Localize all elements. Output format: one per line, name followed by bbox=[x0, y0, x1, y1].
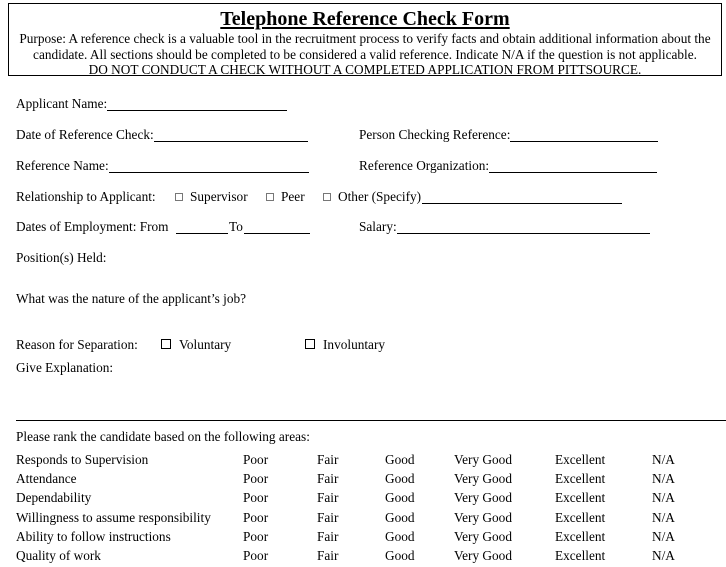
reference-name-field[interactable] bbox=[109, 172, 309, 173]
ranking-option-n-a[interactable]: N/A bbox=[652, 529, 675, 545]
relationship-label: Relationship to Applicant: bbox=[16, 189, 156, 204]
ranking-option-poor[interactable]: Poor bbox=[243, 510, 268, 526]
purpose-line-1: Purpose: A reference check is a valuable… bbox=[19, 31, 711, 46]
supervisor-option-label: Supervisor bbox=[190, 189, 248, 204]
ranking-area-label: Ability to follow instructions bbox=[16, 529, 171, 544]
ranking-option-poor[interactable]: Poor bbox=[243, 471, 268, 487]
form-header: Telephone Reference Check Form Purpose: … bbox=[8, 3, 722, 78]
peer-checkbox[interactable] bbox=[266, 193, 274, 201]
ranking-option-poor[interactable]: Poor bbox=[243, 490, 268, 506]
form-title: Telephone Reference Check Form bbox=[9, 8, 721, 30]
separation-reason-label: Reason for Separation: bbox=[16, 337, 138, 352]
ranking-area-label: Attendance bbox=[16, 471, 77, 486]
ranking-option-n-a[interactable]: N/A bbox=[652, 548, 675, 564]
ranking-option-poor[interactable]: Poor bbox=[243, 548, 268, 564]
ranking-option-very-good[interactable]: Very Good bbox=[454, 529, 512, 545]
ranking-option-good[interactable]: Good bbox=[385, 490, 415, 506]
employment-to-field[interactable] bbox=[244, 233, 310, 234]
ranking-option-very-good[interactable]: Very Good bbox=[454, 452, 512, 468]
ranking-area-label: Quality of work bbox=[16, 548, 101, 563]
voluntary-option-label: Voluntary bbox=[179, 337, 232, 352]
ranking-instructions: Please rank the candidate based on the f… bbox=[16, 429, 310, 444]
ranking-option-good[interactable]: Good bbox=[385, 510, 415, 526]
ranking-option-excellent[interactable]: Excellent bbox=[555, 510, 605, 526]
reference-org-field[interactable] bbox=[489, 172, 657, 173]
salary-field[interactable] bbox=[397, 233, 650, 234]
ranking-option-fair[interactable]: Fair bbox=[317, 510, 338, 526]
ranking-option-n-a[interactable]: N/A bbox=[652, 452, 675, 468]
ranking-option-n-a[interactable]: N/A bbox=[652, 490, 675, 506]
date-of-check-field[interactable] bbox=[154, 141, 308, 142]
person-checking-field[interactable] bbox=[510, 141, 658, 142]
reference-name-label: Reference Name: bbox=[16, 158, 109, 173]
ranking-option-good[interactable]: Good bbox=[385, 471, 415, 487]
other-specify-field[interactable] bbox=[422, 203, 622, 204]
ranking-option-fair[interactable]: Fair bbox=[317, 548, 338, 564]
ranking-option-very-good[interactable]: Very Good bbox=[454, 548, 512, 564]
applicant-name-label: Applicant Name: bbox=[16, 96, 108, 111]
person-checking-label: Person Checking Reference: bbox=[359, 127, 511, 142]
ranking-option-very-good[interactable]: Very Good bbox=[454, 490, 512, 506]
ranking-option-fair[interactable]: Fair bbox=[317, 452, 338, 468]
salary-label: Salary: bbox=[359, 219, 397, 234]
dates-of-employment-label: Dates of Employment: From bbox=[16, 219, 169, 234]
ranking-option-excellent[interactable]: Excellent bbox=[555, 548, 605, 564]
ranking-option-very-good[interactable]: Very Good bbox=[454, 471, 512, 487]
involuntary-checkbox[interactable] bbox=[305, 339, 315, 349]
job-nature-question: What was the nature of the applicant’s j… bbox=[16, 291, 247, 306]
purpose-warning: DO NOT CONDUCT A CHECK WITHOUT A COMPLET… bbox=[88, 62, 642, 77]
ranking-option-fair[interactable]: Fair bbox=[317, 490, 338, 506]
ranking-area-label: Responds to Supervision bbox=[16, 452, 149, 467]
peer-option-label: Peer bbox=[281, 189, 305, 204]
ranking-option-n-a[interactable]: N/A bbox=[652, 471, 675, 487]
other-option-label: Other (Specify) bbox=[338, 189, 422, 204]
ranking-option-good[interactable]: Good bbox=[385, 529, 415, 545]
ranking-option-good[interactable]: Good bbox=[385, 452, 415, 468]
other-checkbox[interactable] bbox=[323, 193, 331, 201]
ranking-option-poor[interactable]: Poor bbox=[243, 529, 268, 545]
ranking-area-label: Dependability bbox=[16, 490, 92, 505]
ranking-option-good[interactable]: Good bbox=[385, 548, 415, 564]
date-of-check-label: Date of Reference Check: bbox=[16, 127, 154, 142]
ranking-option-excellent[interactable]: Excellent bbox=[555, 452, 605, 468]
ranking-option-fair[interactable]: Fair bbox=[317, 529, 338, 545]
ranking-option-poor[interactable]: Poor bbox=[243, 452, 268, 468]
ranking-option-excellent[interactable]: Excellent bbox=[555, 471, 605, 487]
employment-from-field[interactable] bbox=[176, 233, 228, 234]
ranking-option-excellent[interactable]: Excellent bbox=[555, 490, 605, 506]
involuntary-option-label: Involuntary bbox=[323, 337, 386, 352]
applicant-name-field[interactable] bbox=[107, 110, 287, 111]
purpose-statement: Purpose: A reference check is a valuable… bbox=[11, 31, 719, 78]
purpose-line-2: candidate. All sections should be comple… bbox=[33, 46, 697, 62]
employment-to-label: To bbox=[229, 219, 243, 234]
ranking-option-excellent[interactable]: Excellent bbox=[555, 529, 605, 545]
reference-org-label: Reference Organization: bbox=[359, 158, 490, 173]
explanation-field[interactable] bbox=[16, 420, 726, 421]
ranking-option-very-good[interactable]: Very Good bbox=[454, 510, 512, 526]
supervisor-checkbox[interactable] bbox=[175, 193, 183, 201]
voluntary-checkbox[interactable] bbox=[161, 339, 171, 349]
positions-held-label: Position(s) Held: bbox=[16, 250, 107, 265]
ranking-option-fair[interactable]: Fair bbox=[317, 471, 338, 487]
ranking-option-n-a[interactable]: N/A bbox=[652, 510, 675, 526]
ranking-area-label: Willingness to assume responsibility bbox=[16, 510, 211, 525]
form-title-text: Telephone Reference Check Form bbox=[220, 8, 510, 30]
give-explanation-label: Give Explanation: bbox=[16, 360, 114, 375]
